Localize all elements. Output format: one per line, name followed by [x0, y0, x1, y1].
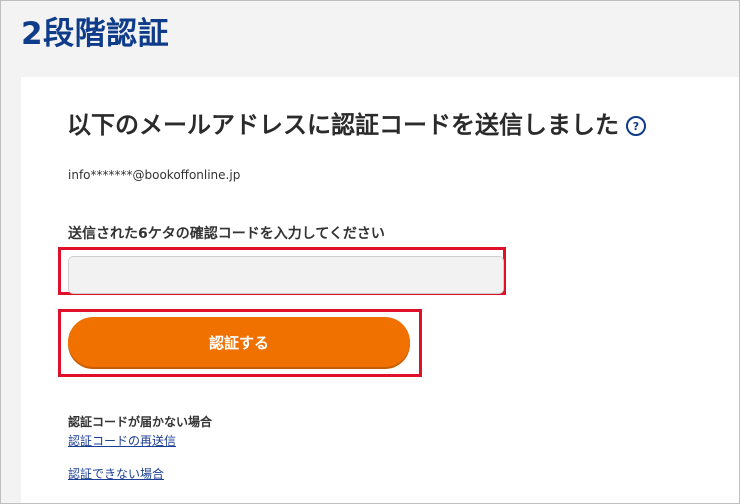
help-circle-icon[interactable]: ? — [626, 116, 646, 136]
code-input-label: 送信された6ケタの確認コードを入力してください — [68, 226, 385, 242]
page-title: 2段階認証 — [21, 16, 170, 52]
masked-email: info*******@bookoffonline.jp — [68, 168, 241, 182]
not-received-label: 認証コードが届かない場合 — [68, 415, 213, 429]
cannot-verify-link[interactable]: 認証できない場合 — [68, 466, 164, 482]
verify-button[interactable]: 認証する — [68, 317, 410, 367]
resend-code-link[interactable]: 認証コードの再送信 — [68, 433, 176, 449]
window-frame: 2段階認証 以下のメールアドレスに認証コードを送信しました ? info****… — [0, 0, 740, 504]
verification-card: 以下のメールアドレスに認証コードを送信しました ? info*******@bo… — [21, 77, 739, 503]
heading-row: 以下のメールアドレスに認証コードを送信しました ? — [67, 105, 646, 145]
verification-code-input[interactable] — [68, 256, 504, 294]
card-heading: 以下のメールアドレスに認証コードを送信しました — [67, 111, 619, 139]
